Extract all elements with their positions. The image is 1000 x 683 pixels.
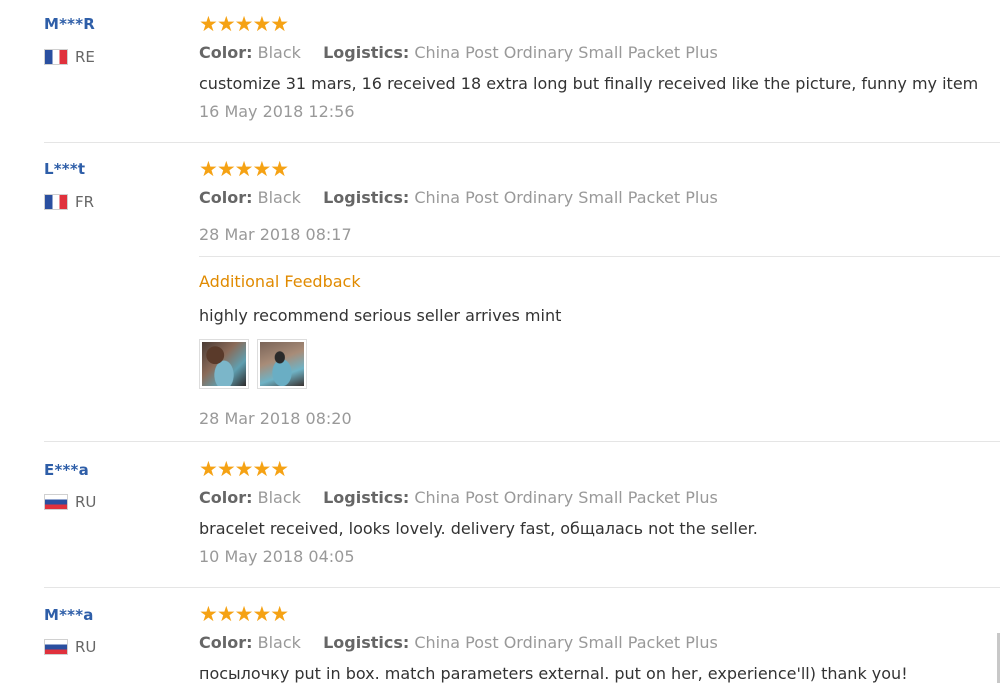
logistics-label: Logistics: bbox=[323, 488, 410, 507]
reviewer-country: RU bbox=[44, 493, 96, 511]
star-rating: ★★★★★ bbox=[199, 602, 289, 626]
review-text: посылочку put in box. match parameters e… bbox=[199, 664, 908, 683]
star-rating: ★★★★★ bbox=[199, 457, 289, 481]
color-value: Black bbox=[257, 188, 301, 207]
country-code: RE bbox=[75, 48, 95, 66]
russia-flag-icon bbox=[44, 494, 68, 510]
color-value: Black bbox=[257, 633, 301, 652]
logistics-label: Logistics: bbox=[323, 43, 410, 62]
star-rating: ★★★★★ bbox=[199, 12, 289, 36]
review-date: 16 May 2018 12:56 bbox=[199, 102, 355, 121]
order-info: Color: Black Logistics: China Post Ordin… bbox=[199, 488, 718, 507]
reviewer-name[interactable]: E***a bbox=[44, 461, 89, 479]
country-code: FR bbox=[75, 193, 95, 211]
color-label: Color: bbox=[199, 188, 253, 207]
feedback-photo-thumbnail[interactable] bbox=[257, 339, 307, 389]
logistics-value: China Post Ordinary Small Packet Plus bbox=[414, 43, 718, 62]
reviewer-name[interactable]: L***t bbox=[44, 160, 85, 178]
order-info: Color: Black Logistics: China Post Ordin… bbox=[199, 188, 718, 207]
reviewer-country: RU bbox=[44, 638, 96, 656]
feedback-photo-thumbnail[interactable] bbox=[199, 339, 249, 389]
logistics-value: China Post Ordinary Small Packet Plus bbox=[414, 188, 718, 207]
reviewer-name[interactable]: M***a bbox=[44, 606, 94, 624]
reviewer-name[interactable]: M***R bbox=[44, 15, 95, 33]
review-item: E***a RU ★★★★★ Color: Black Logistics: C… bbox=[0, 442, 1000, 587]
additional-feedback-text: highly recommend serious seller arrives … bbox=[199, 306, 562, 325]
france-flag-icon bbox=[44, 194, 68, 210]
feedback-photos bbox=[199, 339, 319, 389]
logistics-label: Logistics: bbox=[323, 633, 410, 652]
logistics-value: China Post Ordinary Small Packet Plus bbox=[414, 488, 718, 507]
additional-feedback-title: Additional Feedback bbox=[199, 272, 361, 291]
country-code: RU bbox=[75, 493, 97, 511]
reviewer-country: FR bbox=[44, 193, 94, 211]
star-rating: ★★★★★ bbox=[199, 157, 289, 181]
color-label: Color: bbox=[199, 488, 253, 507]
review-item: M***R RE ★★★★★ Color: Black Logistics: C… bbox=[0, 0, 1000, 142]
review-date: 28 Mar 2018 08:17 bbox=[199, 225, 352, 244]
country-code: RU bbox=[75, 638, 97, 656]
color-value: Black bbox=[257, 488, 301, 507]
review-text: customize 31 mars, 16 received 18 extra … bbox=[199, 74, 979, 93]
color-label: Color: bbox=[199, 43, 253, 62]
review-item: L***t FR ★★★★★ Color: Black Logistics: C… bbox=[0, 143, 1000, 441]
france-flag-icon bbox=[44, 49, 68, 65]
color-label: Color: bbox=[199, 633, 253, 652]
color-value: Black bbox=[257, 43, 301, 62]
review-text: bracelet received, looks lovely. deliver… bbox=[199, 519, 758, 538]
logistics-value: China Post Ordinary Small Packet Plus bbox=[414, 633, 718, 652]
reviewer-country: RE bbox=[44, 48, 95, 66]
russia-flag-icon bbox=[44, 639, 68, 655]
review-item: M***a RU ★★★★★ Color: Black Logistics: C… bbox=[0, 588, 1000, 683]
additional-feedback-divider bbox=[199, 256, 1000, 257]
logistics-label: Logistics: bbox=[323, 188, 410, 207]
additional-feedback-date: 28 Mar 2018 08:20 bbox=[199, 409, 352, 428]
review-date: 10 May 2018 04:05 bbox=[199, 547, 355, 566]
order-info: Color: Black Logistics: China Post Ordin… bbox=[199, 43, 718, 62]
order-info: Color: Black Logistics: China Post Ordin… bbox=[199, 633, 718, 652]
